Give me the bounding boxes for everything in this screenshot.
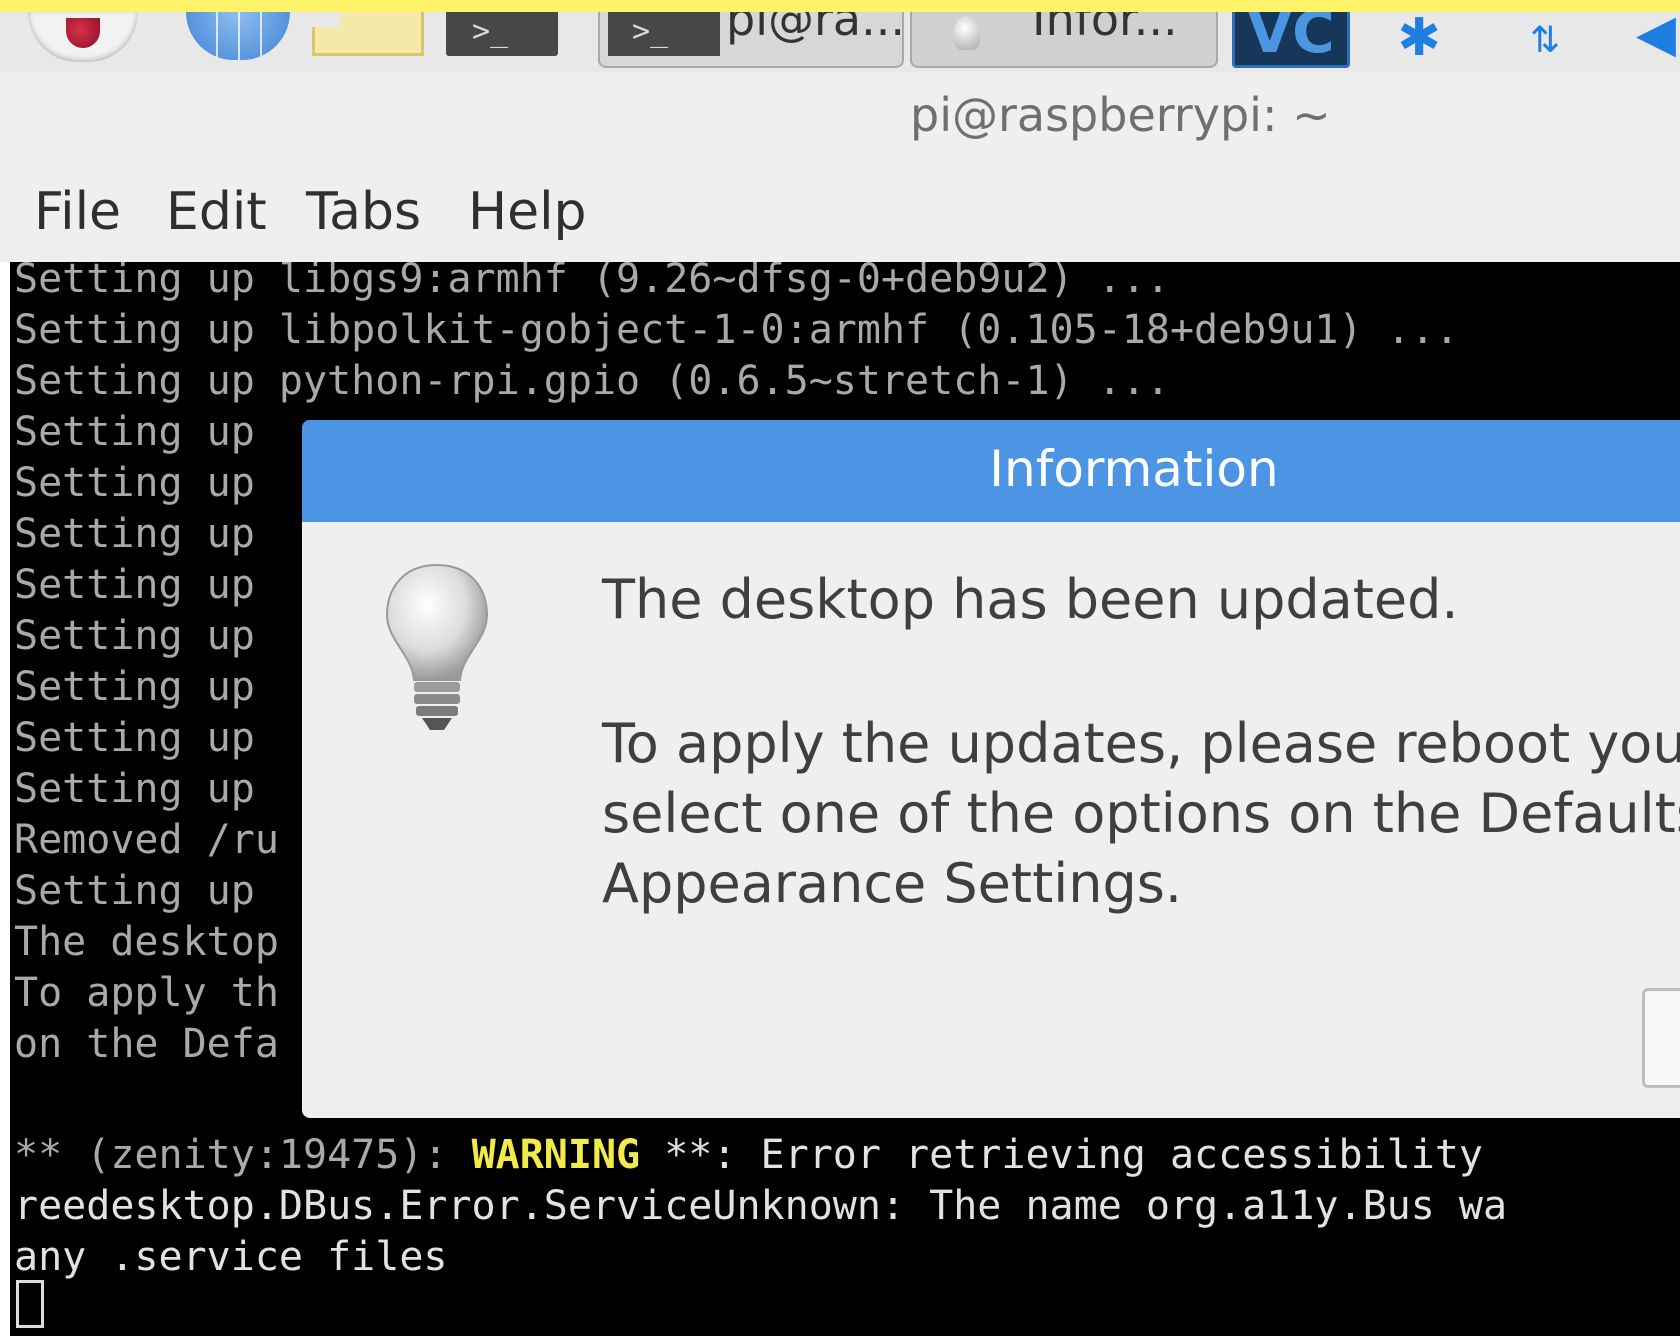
menu-help[interactable]: Help <box>468 182 587 242</box>
lightbulb-icon <box>954 16 980 50</box>
lightbulb-icon <box>385 563 489 730</box>
volume-icon[interactable]: ◀ <box>1636 12 1680 68</box>
network-icon[interactable]: ⇅ <box>1520 12 1570 68</box>
terminal-launcher-icon[interactable]: >_ <box>446 12 558 56</box>
web-browser-icon[interactable] <box>186 12 290 60</box>
warning-prefix: ** (zenity:19475): <box>14 1132 472 1178</box>
terminal-line: The desktop <box>14 919 279 965</box>
dialog-message: Appearance Settings. <box>602 852 1183 915</box>
terminal-line: Setting up <box>14 766 255 812</box>
terminal-line: Setting up <box>14 664 255 710</box>
file-manager-icon[interactable] <box>312 12 424 56</box>
raspberry-menu-icon[interactable] <box>28 12 138 62</box>
task-label: Infor... <box>1032 12 1178 46</box>
terminal-line: Setting up libpolkit-gobject-1-0:armhf (… <box>14 307 1459 353</box>
task-label: pi@ra... <box>726 12 904 46</box>
vnc-icon[interactable]: VC <box>1232 12 1350 68</box>
window-titlebar[interactable]: pi@raspberrypi: ~ <box>0 72 1680 192</box>
terminal-icon: >_ <box>608 12 720 56</box>
terminal-cursor <box>16 1280 44 1328</box>
terminal-line: reedesktop.DBus.Error.ServiceUnknown: Th… <box>14 1183 1508 1229</box>
terminal-line: Setting up <box>14 868 255 914</box>
dialog-title: Information <box>989 440 1279 498</box>
menu-file[interactable]: File <box>34 182 121 242</box>
bluetooth-icon[interactable]: ✱ <box>1392 12 1446 68</box>
terminal-line: Setting up <box>14 562 255 608</box>
dialog-message: To apply the updates, please reboot your… <box>602 712 1680 775</box>
terminal-line: Setting up <box>14 409 255 455</box>
dialog-message: The desktop has been updated. <box>602 568 1459 631</box>
menu-bar: File Edit Tabs Help <box>0 178 1680 262</box>
menu-edit[interactable]: Edit <box>166 182 267 242</box>
terminal-line: Removed /ru <box>14 817 279 863</box>
window-title: pi@raspberrypi: ~ <box>910 88 1331 142</box>
terminal-line: Setting up <box>14 613 255 659</box>
terminal-line: To apply th <box>14 970 279 1016</box>
information-dialog: Information The desktop has been updated… <box>302 420 1680 1118</box>
terminal-line: on the Defa <box>14 1021 279 1067</box>
ok-button[interactable] <box>1642 988 1680 1088</box>
terminal-line: any .service files <box>14 1234 448 1280</box>
taskbar: >_ >_ pi@ra... Infor... VC ✱ ⇅ ◀ <box>0 12 1680 72</box>
terminal-line: Setting up <box>14 511 255 557</box>
terminal-warning-line: ** (zenity:19475): WARNING **: Error ret… <box>14 1130 1483 1181</box>
terminal-line: Setting up <box>14 715 255 761</box>
terminal-line: Setting up <box>14 460 255 506</box>
terminal-line: Setting up libgs9:armhf (9.26~dfsg-0+deb… <box>14 262 1170 302</box>
dialog-message: select one of the options on the Default… <box>602 782 1680 845</box>
menu-tabs[interactable]: Tabs <box>306 182 421 242</box>
warning-label: WARNING <box>471 1132 641 1178</box>
screen-top-edge <box>0 0 1680 12</box>
taskbar-task-terminal[interactable]: >_ pi@ra... <box>598 12 904 68</box>
warning-text: **: Error retrieving accessibility <box>640 1132 1484 1178</box>
dialog-titlebar[interactable]: Information <box>302 420 1680 522</box>
taskbar-task-information[interactable]: Infor... <box>910 12 1218 68</box>
terminal-line: Setting up python-rpi.gpio (0.6.5~stretc… <box>14 358 1170 404</box>
